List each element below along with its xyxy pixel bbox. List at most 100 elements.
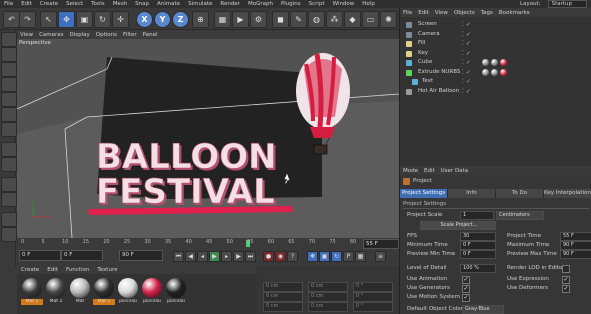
material-menu-edit[interactable]: Edit — [43, 267, 62, 273]
object-visibility-flags[interactable]: ⁚ ✓ — [462, 49, 471, 58]
object-name[interactable]: Screen — [418, 20, 437, 29]
min-frame-field[interactable]: 0 F — [61, 250, 103, 261]
material-ball[interactable] — [70, 278, 90, 298]
coordinate-system-icon[interactable]: ⊕ — [192, 11, 209, 28]
menu-create[interactable]: Create — [36, 1, 62, 7]
menu-tools[interactable]: Tools — [87, 1, 109, 7]
object-row[interactable]: Cube ⁚ ✓ — [400, 58, 591, 67]
attribute-menu-mode[interactable]: Mode — [400, 168, 421, 174]
material-tag-icon[interactable] — [491, 68, 498, 76]
render-picture-icon[interactable]: ▶ — [232, 11, 249, 28]
tab-to-do[interactable]: To Do — [496, 189, 544, 198]
workplane-icon[interactable] — [1, 77, 17, 92]
coordinate-field[interactable]: 0 cm — [308, 282, 348, 292]
tweak-mode-icon[interactable] — [1, 157, 17, 172]
play-icon[interactable]: ▶ — [209, 251, 220, 262]
scale-project-button[interactable]: Scale Project... — [420, 221, 496, 230]
render-view-icon[interactable]: ▦ — [214, 11, 231, 28]
material-label[interactable]: Mat 1 — [21, 299, 43, 305]
coordinate-field[interactable]: 0 cm — [263, 282, 303, 292]
object-visibility-flags[interactable]: ⁚ ✓ — [462, 87, 471, 96]
object-row[interactable]: Screen ⁚ ✓ — [400, 20, 591, 29]
max-time-field[interactable]: 90 F — [560, 241, 591, 250]
coordinate-field[interactable]: 0 cm — [263, 302, 303, 312]
project-scale-unit-dropdown[interactable]: Centimeters — [496, 211, 544, 220]
object-name[interactable]: Hot Air Balloon — [418, 87, 459, 96]
render-lod-checkbox[interactable] — [562, 265, 570, 273]
object-visibility-flags[interactable]: ⁚ ✓ — [462, 30, 471, 39]
menu-file[interactable]: File — [0, 1, 17, 7]
viewport-menu-filter[interactable]: Filter — [120, 32, 140, 38]
timeline[interactable]: 051015202530354045505560657075808590 0 F… — [17, 238, 399, 264]
material-ball[interactable] — [22, 278, 42, 298]
default-color-dropdown[interactable]: Gray-Blue — [462, 305, 504, 314]
key-scale-icon[interactable]: ▣ — [319, 251, 330, 262]
z-axis-lock-icon[interactable]: Z — [172, 11, 189, 28]
material-ball[interactable] — [118, 278, 138, 298]
make-editable-icon[interactable] — [1, 32, 17, 47]
prev-key-icon[interactable]: ◀ — [185, 251, 196, 262]
viewport-menu-cameras[interactable]: Cameras — [36, 32, 66, 38]
material-label[interactable]: Mat 1 — [93, 299, 115, 305]
snap-icon[interactable] — [1, 177, 17, 192]
material-menu-function[interactable]: Function — [62, 267, 93, 273]
model-mode-icon[interactable] — [1, 47, 17, 62]
object-row[interactable]: Hot Air Balloon ⁚ ✓ — [400, 87, 591, 96]
viewport-menu-panel[interactable]: Panel — [140, 32, 161, 38]
viewport-menu-options[interactable]: Options — [93, 32, 120, 38]
preview-max-field[interactable]: 90 F — [560, 250, 591, 259]
object-menu-edit[interactable]: Edit — [415, 10, 432, 16]
material-tag-icon[interactable] — [500, 59, 507, 66]
material-label[interactable]: porcelai — [165, 299, 187, 305]
object-row[interactable]: Key ⁚ ✓ — [400, 49, 591, 58]
object-visibility-flags[interactable]: ⁚ ✓ — [462, 58, 471, 67]
select-cursor-icon[interactable]: ↖ — [40, 11, 57, 28]
menu-select[interactable]: Select — [62, 1, 87, 7]
material-tag-icon[interactable] — [482, 59, 489, 66]
next-key-icon[interactable]: ▶ — [233, 251, 244, 262]
object-visibility-flags[interactable]: ⁚ ✓ — [462, 39, 471, 48]
edges-mode-icon[interactable] — [1, 107, 17, 122]
deformer-icon[interactable]: ◆ — [344, 11, 361, 28]
attribute-menu-user-data[interactable]: User Data — [438, 168, 471, 174]
menu-plugins[interactable]: Plugins — [277, 1, 305, 7]
project-scale-field[interactable]: 1 — [460, 211, 494, 220]
menu-window[interactable]: Window — [329, 1, 359, 7]
material-ball[interactable] — [142, 278, 162, 298]
viewport-menu-view[interactable]: View — [17, 32, 36, 38]
key-pla-icon[interactable]: ▦ — [355, 251, 366, 262]
solo-icon[interactable] — [1, 227, 17, 242]
use-expression-checkbox[interactable]: ✓ — [562, 276, 570, 284]
use-motion-checkbox[interactable]: ✓ — [462, 294, 470, 302]
render-settings-icon[interactable]: ⚙ — [250, 11, 267, 28]
object-row[interactable]: Text ⁚ ✓ — [400, 77, 591, 86]
object-name[interactable]: Key — [418, 49, 428, 58]
coordinate-field[interactable]: 0 cm — [308, 302, 348, 312]
polygons-mode-icon[interactable] — [1, 122, 17, 137]
object-name[interactable]: Fill — [418, 39, 425, 48]
next-frame-icon[interactable]: ▸ — [221, 251, 232, 262]
material-label[interactable]: Mat — [69, 299, 91, 305]
light-icon[interactable]: ✺ — [380, 11, 397, 28]
menu-mograph[interactable]: MoGraph — [244, 1, 277, 7]
max-frame-field[interactable]: 90 F — [119, 250, 163, 261]
current-frame-field[interactable]: 55 F — [363, 239, 399, 249]
coordinate-field[interactable]: 0 ° — [353, 302, 393, 312]
object-name[interactable]: Text — [422, 77, 433, 86]
object-name[interactable]: Camera — [418, 30, 440, 39]
tab-info[interactable]: Info — [448, 189, 496, 198]
material-ball[interactable] — [166, 278, 186, 298]
menu-animate[interactable]: Animate — [153, 1, 184, 7]
texture-mode-icon[interactable] — [1, 62, 17, 77]
key-position-icon[interactable]: ✥ — [307, 251, 318, 262]
timeline-menu-icon[interactable]: ≡ — [375, 251, 386, 262]
material-ball[interactable] — [46, 278, 66, 298]
object-menu-bookmarks[interactable]: Bookmarks — [496, 10, 533, 16]
preview-min-field[interactable]: 0 F — [460, 250, 496, 259]
material-label[interactable]: porcelai — [117, 299, 139, 305]
pen-spline-icon[interactable]: ✎ — [290, 11, 307, 28]
object-visibility-flags[interactable]: ⁚ ✓ — [462, 20, 471, 29]
material-label[interactable]: Mat 2 — [45, 299, 67, 305]
lod-field[interactable]: 100 % — [460, 264, 496, 273]
cube-primitive-icon[interactable]: ◼ — [272, 11, 289, 28]
